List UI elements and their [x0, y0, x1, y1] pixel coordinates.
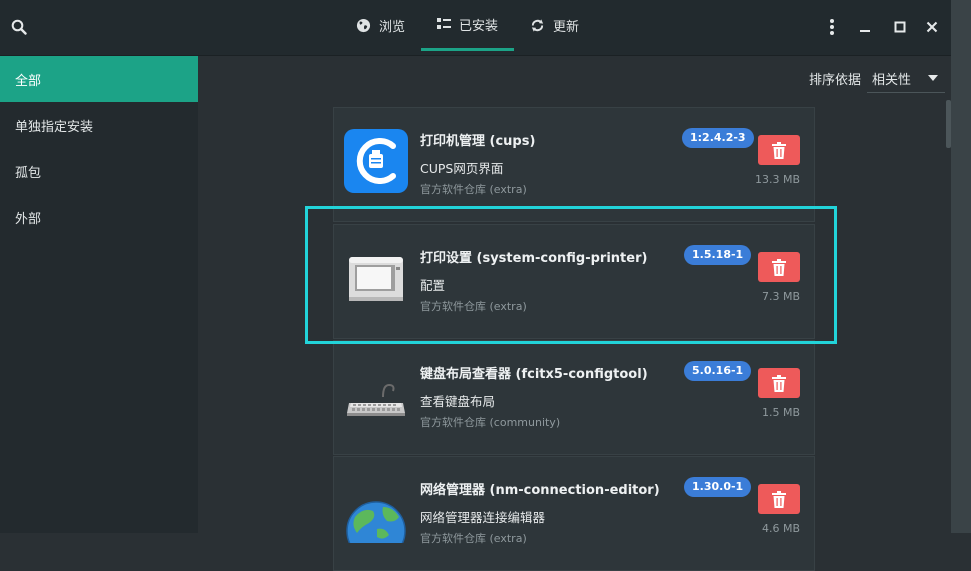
package-list-area: 排序依据 相关性 打印机管理 (cups) CUPS网页界面 官方软件仓库 (e…	[199, 56, 951, 571]
sidebar-item-all[interactable]: 全部	[0, 56, 198, 102]
tab-browse-label: 浏览	[379, 20, 406, 35]
tab-updates[interactable]: 更新	[514, 0, 595, 51]
package-name: 键盘布局查看器 (fcitx5-configtool)	[420, 367, 648, 382]
header-bar: 浏览 已安装 更新	[0, 0, 951, 56]
version-badge: 1.30.0-1	[684, 477, 752, 497]
keyboard-icon	[343, 361, 409, 427]
tab-installed-label: 已安装	[459, 18, 499, 34]
package-description: 查看键盘布局	[420, 394, 496, 409]
view-tabs: 浏览 已安装 更新	[340, 0, 595, 55]
printer-icon	[343, 245, 409, 311]
sidebar: 全部 单独指定安装 孤包 外部	[0, 56, 198, 533]
sort-dropdown[interactable]: 相关性	[867, 64, 945, 93]
window-edge	[951, 0, 971, 533]
version-badge: 5.0.16-1	[684, 361, 752, 381]
tab-installed[interactable]: 已安装	[421, 0, 515, 51]
sort-label: 排序依据	[809, 73, 862, 88]
package-size: 4.6 MB	[761, 522, 800, 535]
package-repo: 官方软件仓库 (extra)	[420, 183, 527, 196]
tab-browse[interactable]: 浏览	[340, 0, 421, 51]
package-card[interactable]: 键盘布局查看器 (fcitx5-configtool) 查看键盘布局 官方软件仓…	[333, 340, 815, 455]
remove-button[interactable]	[758, 252, 800, 282]
package-card[interactable]: 打印设置 (system-config-printer) 配置 官方软件仓库 (…	[333, 224, 815, 339]
version-badge: 1.5.18-1	[684, 245, 752, 265]
refresh-icon	[530, 18, 545, 33]
package-size: 7.3 MB	[761, 290, 800, 303]
package-size: 13.3 MB	[754, 173, 800, 186]
sort-toolbar: 排序依据 相关性	[199, 56, 951, 96]
package-size: 1.5 MB	[761, 406, 800, 419]
sort-value: 相关性	[872, 73, 912, 88]
close-icon	[926, 21, 938, 33]
globe-icon	[356, 18, 371, 33]
maximize-icon	[894, 21, 906, 33]
package-name: 打印机管理 (cups)	[420, 134, 536, 149]
tab-updates-label: 更新	[553, 20, 580, 35]
sidebar-item-label: 单独指定安装	[15, 119, 94, 135]
close-button[interactable]	[917, 12, 947, 42]
sidebar-item-label: 外部	[15, 211, 42, 227]
version-badge: 1:2.4.2-3	[682, 128, 754, 148]
chevron-down-icon	[928, 75, 938, 81]
maximize-button[interactable]	[885, 12, 915, 42]
sidebar-item-foreign[interactable]: 外部	[0, 194, 198, 240]
package-description: CUPS网页界面	[420, 161, 504, 176]
remove-button[interactable]	[758, 368, 800, 398]
package-description: 网络管理器连接编辑器	[420, 510, 546, 525]
package-card[interactable]: 网络管理器 (nm-connection-editor) 网络管理器连接编辑器 …	[333, 456, 815, 571]
menu-button[interactable]	[817, 12, 847, 42]
package-name: 打印设置 (system-config-printer)	[420, 251, 648, 266]
remove-button[interactable]	[758, 135, 800, 165]
package-repo: 官方软件仓库 (extra)	[420, 532, 527, 545]
kebab-menu-icon	[830, 19, 834, 35]
package-description: 配置	[420, 278, 446, 293]
search-icon	[11, 19, 27, 35]
trash-icon	[772, 374, 786, 392]
sidebar-item-explicit[interactable]: 单独指定安装	[0, 102, 198, 148]
package-repo: 官方软件仓库 (extra)	[420, 300, 527, 313]
package-card[interactable]: 打印机管理 (cups) CUPS网页界面 官方软件仓库 (extra) 1:2…	[333, 107, 815, 222]
package-name: 网络管理器 (nm-connection-editor)	[420, 483, 660, 498]
search-button[interactable]	[4, 12, 34, 42]
list-icon	[437, 17, 452, 31]
sidebar-item-label: 孤包	[15, 165, 42, 181]
remove-button[interactable]	[758, 484, 800, 514]
minimize-button[interactable]	[850, 12, 880, 42]
package-repo: 官方软件仓库 (community)	[420, 416, 561, 429]
cups-icon	[343, 128, 409, 194]
trash-icon	[772, 141, 786, 159]
trash-icon	[772, 258, 786, 276]
minimize-icon	[860, 30, 870, 32]
sidebar-item-label: 全部	[15, 73, 42, 89]
globe-network-icon	[343, 477, 409, 561]
sidebar-item-orphans[interactable]: 孤包	[0, 148, 198, 194]
trash-icon	[772, 490, 786, 508]
